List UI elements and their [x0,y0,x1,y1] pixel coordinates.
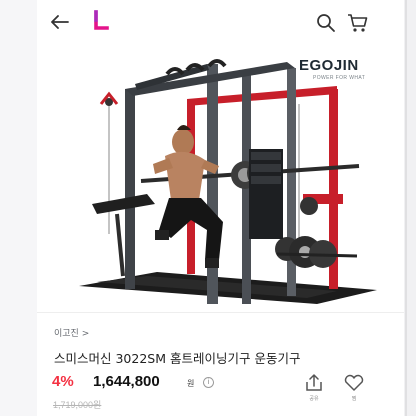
back-button[interactable] [49,12,71,32]
search-button[interactable] [316,13,336,33]
brand-logo-text: EGOJIN [299,57,359,74]
share-button[interactable]: 공유 [302,373,326,407]
scrollbar[interactable] [405,0,407,416]
top-bar [37,0,404,44]
price-info-icon[interactable]: i [203,377,214,388]
product-title: 스미스머신 3022SM 홈트레이닝기구 운동기구 [54,351,301,366]
share-label: 공유 [309,396,319,402]
product-detail-screen: EGOJIN POWER FOR WHAT 이고진 > 스미스머신 3022SM… [37,0,404,416]
heart-icon [344,374,364,391]
cart-icon [348,14,368,32]
like-label: 찜 [351,396,357,402]
price-unit: 원 [187,379,195,388]
seller-link[interactable]: 이고진 > [54,326,89,339]
smith-machine-image [79,59,377,304]
section-divider [37,312,404,313]
cart-button[interactable] [347,12,369,34]
arrow-left-icon [51,15,69,29]
sale-price: 1,644,800 [93,373,160,390]
brand-tagline: POWER FOR WHAT [313,75,366,81]
discount-rate: 4% [52,373,74,390]
left-edge [0,0,37,416]
product-image[interactable]: EGOJIN POWER FOR WHAT [37,44,404,312]
logo-l-icon [94,10,109,30]
wishlist-button[interactable]: 찜 [342,373,366,407]
share-icon [306,374,322,391]
lotte-on-logo[interactable] [93,10,109,32]
original-price: 1,719,000원 [53,400,102,410]
search-icon [317,14,335,32]
